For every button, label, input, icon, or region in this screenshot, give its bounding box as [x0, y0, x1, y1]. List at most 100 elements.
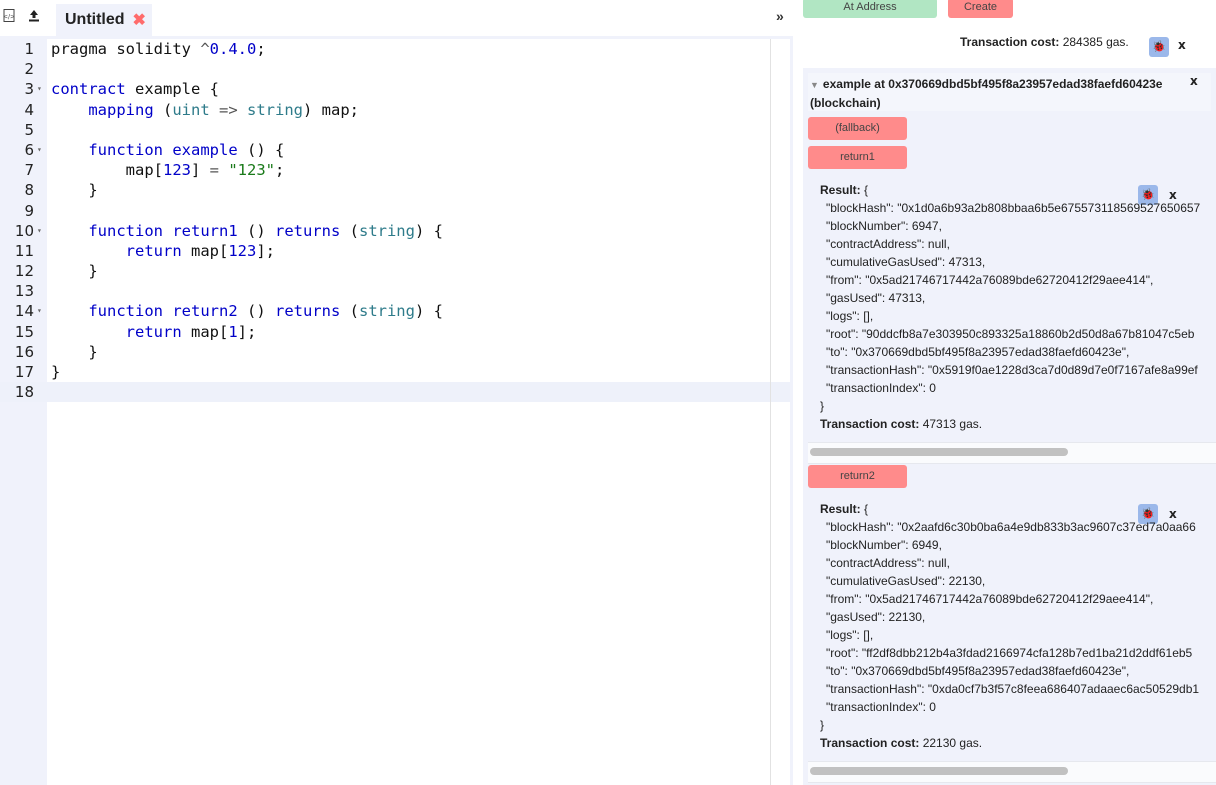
code-line[interactable]: 9 — [0, 201, 793, 221]
result-json: "blockHash": "0x2aafd6c30b0ba6a4e9db833b… — [826, 518, 1199, 716]
tab-untitled[interactable]: Untitled ✖ — [56, 4, 152, 36]
code-line[interactable]: 16 } — [0, 342, 793, 362]
code-text: function return1 () returns (string) { — [88, 221, 443, 240]
result-line: "blockHash": "0x2aafd6c30b0ba6a4e9db833b… — [826, 520, 1196, 534]
close-tab-icon[interactable]: ✖ — [133, 10, 146, 30]
instance-title: example at 0x370669dbd5bf495f8a23957edad… — [810, 77, 1163, 110]
scrollbar-thumb[interactable] — [810, 767, 1068, 775]
result-title: Result: { — [820, 183, 869, 197]
fold-toggle-icon[interactable]: ▾ — [37, 140, 42, 160]
code-line[interactable]: 17} — [0, 362, 793, 382]
code-text: } — [51, 181, 98, 200]
create-button[interactable]: Create — [948, 0, 1013, 18]
code-text: function example () { — [88, 140, 285, 159]
code-line[interactable]: 11 return map[123]; — [0, 241, 793, 261]
line-number: 16 — [14, 342, 34, 361]
result-line: "logs": [], — [826, 628, 874, 642]
result-line: "transactionIndex": 0 — [826, 381, 936, 395]
tab-label: Untitled — [65, 11, 125, 28]
horizontal-scrollbar[interactable] — [808, 761, 1216, 783]
result-line: "transactionHash": "0xda0cf7b3f57c8feea6… — [826, 682, 1200, 696]
code-line[interactable]: 12 } — [0, 261, 793, 281]
code-line[interactable]: 3 ▾ contract example { — [0, 79, 793, 99]
code-line[interactable]: 6 ▾ function example () { — [0, 140, 793, 160]
result-line: "blockHash": "0x1d0a6b93a2b808bbaa6b5e67… — [826, 201, 1201, 215]
result-line: "transactionHash": "0x5919f0ae1228d3ca7d… — [826, 363, 1198, 377]
scrollbar-thumb[interactable] — [810, 448, 1068, 456]
code-line[interactable]: 1 pragma solidity ^0.4.0; — [0, 39, 793, 59]
code-line[interactable]: 14 ▾ function return2 () returns (string)… — [0, 301, 793, 321]
code-line[interactable]: 8 } — [0, 180, 793, 200]
return2-button[interactable]: return2 — [808, 465, 907, 488]
horizontal-scrollbar[interactable] — [808, 442, 1216, 464]
result-block: Result: { 🐞 x "blockHash": "0x2aafd6c30b… — [808, 500, 1216, 760]
code-text: return map[123]; — [125, 241, 275, 260]
fallback-button[interactable]: (fallback) — [808, 117, 907, 140]
result-line: "blockNumber": 6949, — [826, 538, 942, 552]
code-line[interactable]: 2 — [0, 59, 793, 79]
code-line[interactable]: 4 mapping (uint => string) map; — [0, 100, 793, 120]
line-number: 3 — [24, 80, 34, 99]
result-transaction-cost: Transaction cost: 22130 gas. — [820, 736, 983, 750]
code-line[interactable]: 15 return map[1]; — [0, 322, 793, 342]
code-line[interactable]: 7 map[123] = "123"; — [0, 160, 793, 180]
result-close-brace: } — [820, 399, 825, 413]
line-number: 18 — [14, 383, 34, 402]
line-number: 1 — [24, 40, 34, 58]
result-line: "root": "90ddcfb8a7e303950c893325a18860b… — [826, 327, 1195, 341]
editor-pane: </> Untitled ✖ » 1 pragma solidity ^0.4.0… — [0, 0, 793, 785]
code-line[interactable]: 10 ▾ function return1 () returns (string)… — [0, 221, 793, 241]
tab-bar: </> Untitled ✖ » — [0, 0, 793, 36]
upload-icon[interactable] — [27, 9, 41, 23]
code-text: pragma solidity ^0.4.0; — [51, 40, 266, 58]
code-text: } — [51, 363, 61, 381]
cost-value: 284385 gas. — [1059, 35, 1129, 49]
code-line[interactable]: 13 — [0, 281, 793, 301]
fold-toggle-icon[interactable]: ▾ — [37, 221, 42, 241]
result-line: "logs": [], — [826, 309, 874, 323]
result-title: Result: { — [820, 502, 869, 516]
fold-toggle-icon[interactable]: ▾ — [37, 79, 42, 99]
result-json: "blockHash": "0x1d0a6b93a2b808bbaa6b5e67… — [826, 199, 1200, 397]
code-text: mapping (uint => string) map; — [88, 100, 360, 119]
bug-icon: 🐞 — [1152, 41, 1166, 53]
result-line: "gasUsed": 47313, — [826, 291, 926, 305]
line-number: 11 — [14, 241, 34, 260]
deploy-transaction-cost: Transaction cost: 284385 gas. — [960, 35, 1129, 49]
debug-button[interactable]: 🐞 — [1149, 37, 1169, 57]
line-number: 13 — [14, 282, 34, 301]
result-line: "cumulativeGasUsed": 22130, — [826, 574, 986, 588]
close-button[interactable]: x — [1178, 38, 1186, 52]
result-close-brace: } — [820, 718, 825, 732]
code-text: } — [51, 342, 98, 361]
fold-toggle-icon[interactable]: ▾ — [37, 301, 42, 321]
line-number: 17 — [14, 363, 34, 381]
result-line: "to": "0x370669dbd5bf495f8a23957edad38fa… — [826, 345, 1130, 359]
result-line: "from": "0x5ad21746717442a76089bde627204… — [826, 592, 1154, 606]
result-line: "contractAddress": null, — [826, 556, 950, 570]
at-address-button[interactable]: At Address — [803, 0, 937, 18]
svg-text:</>: </> — [3, 14, 15, 21]
result-line: "from": "0x5ad21746717442a76089bde627204… — [826, 273, 1154, 287]
result-line: "transactionIndex": 0 — [826, 700, 936, 714]
result-line: "cumulativeGasUsed": 47313, — [826, 255, 986, 269]
result-line: "blockNumber": 6947, — [826, 219, 942, 233]
close-instance-button[interactable]: x — [1190, 74, 1198, 88]
line-number: 4 — [24, 100, 34, 119]
file-code-icon[interactable]: </> — [2, 9, 16, 23]
code-line[interactable]: 5 — [0, 120, 793, 140]
return1-button[interactable]: return1 — [808, 146, 907, 169]
collapse-caret-icon[interactable]: ▼ — [810, 80, 819, 90]
code-lines: 1 pragma solidity ^0.4.0; 2 3 ▾ contract exam… — [0, 39, 793, 403]
line-number: 5 — [24, 120, 34, 139]
toggle-right-panel-icon[interactable]: » — [776, 8, 784, 24]
code-editor[interactable]: 1 pragma solidity ^0.4.0; 2 3 ▾ contract exam… — [0, 36, 793, 785]
line-number: 12 — [14, 262, 34, 281]
code-text: function return2 () returns (string) { — [88, 302, 443, 321]
line-number: 7 — [24, 161, 34, 180]
instance-header[interactable]: ▼ example at 0x370669dbd5bf495f8a23957eda… — [808, 73, 1211, 111]
code-line[interactable]: 18 — [0, 382, 793, 403]
result-line: "gasUsed": 22130, — [826, 610, 926, 624]
contract-instance: ▼ example at 0x370669dbd5bf495f8a23957eda… — [803, 68, 1216, 785]
result-line: "root": "ff2df8dbb212b4a3fdad2166974cfa1… — [826, 646, 1193, 660]
